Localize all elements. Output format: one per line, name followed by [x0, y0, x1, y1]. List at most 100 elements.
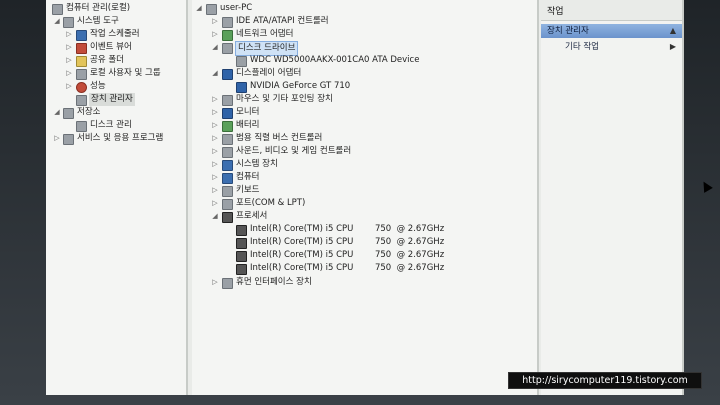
- tree-item-task-scheduler[interactable]: ▷ 작업 스케줄러: [66, 28, 184, 41]
- tree-item-performance[interactable]: ▷ 성능: [66, 80, 184, 93]
- tree-item-event-viewer[interactable]: ▷ 이벤트 뷰어: [66, 41, 184, 54]
- battery-icon: [222, 121, 233, 132]
- tree-item-shared-folders[interactable]: ▷ 공유 폴더: [66, 54, 184, 67]
- expand-toggle-icon[interactable]: ▷: [66, 67, 72, 80]
- tools-icon: [63, 17, 74, 28]
- usb-icon: [222, 134, 233, 145]
- device-category-processor[interactable]: ◢ 프로세서: [212, 210, 526, 223]
- watermark-url: http://sirycomputer119.tistory.com: [508, 372, 702, 389]
- device-category-display[interactable]: ◢ 디스플레이 어댑터: [212, 67, 526, 80]
- expand-toggle-icon[interactable]: ▷: [212, 28, 218, 41]
- device-category-battery[interactable]: ▷ 배터리: [212, 119, 526, 132]
- expand-toggle-icon[interactable]: ▷: [212, 276, 218, 289]
- expand-toggle-icon[interactable]: ▷: [212, 158, 218, 171]
- tree-label: Intel(R) Core(TM) i5 CPU 750 @ 2.67GHz: [250, 250, 445, 260]
- expand-toggle-icon[interactable]: ▷: [54, 132, 60, 145]
- services-icon: [63, 134, 74, 145]
- cpu-icon: [236, 251, 247, 262]
- device-category-disk-drives[interactable]: ◢ 디스크 드라이브: [212, 41, 526, 56]
- expand-toggle-icon[interactable]: ▷: [212, 119, 218, 132]
- device-item-wdc-disk[interactable]: WDC WD5000AAKX-001CA0 ATA Device: [226, 54, 526, 67]
- computer-management-window: 컴퓨터 관리(로컬) ◢ 시스템 도구 ▷ 작업 스케줄러 ▷ 이벤트 뷰어 ▷: [46, 0, 684, 395]
- expand-toggle-icon[interactable]: ▷: [212, 93, 218, 106]
- device-category-network[interactable]: ▷ 네트워크 어댑터: [212, 28, 526, 41]
- device-category-hid[interactable]: ▷ 휴먼 인터페이스 장치: [212, 276, 526, 289]
- expand-toggle-icon[interactable]: ▷: [66, 41, 72, 54]
- computer-icon: [222, 173, 233, 184]
- tree-label-selected: 장치 관리자: [89, 93, 135, 106]
- device-root-user-pc[interactable]: ◢ user-PC: [196, 2, 526, 15]
- collapse-toggle-icon[interactable]: ◢: [212, 67, 218, 80]
- collapse-up-icon[interactable]: ▲: [670, 24, 676, 38]
- device-category-ide[interactable]: ▷ IDE ATA/ATAPI 컨트롤러: [212, 15, 526, 28]
- tree-label: 이벤트 뷰어: [90, 42, 132, 52]
- expand-toggle-icon[interactable]: ▷: [212, 15, 218, 28]
- device-category-system-devices[interactable]: ▷ 시스템 장치: [212, 158, 526, 171]
- tree-item-system-tools[interactable]: ◢ 시스템 도구: [54, 15, 184, 28]
- expand-toggle-icon[interactable]: ▷: [66, 28, 72, 41]
- action-label: 기타 작업: [565, 42, 599, 52]
- expand-toggle-icon[interactable]: ▷: [212, 106, 218, 119]
- device-category-ports[interactable]: ▷ 포트(COM & LPT): [212, 197, 526, 210]
- device-category-sound[interactable]: ▷ 사운드, 비디오 및 게임 컨트롤러: [212, 145, 526, 158]
- tree-label: 네트워크 어댑터: [236, 29, 294, 39]
- tree-label: 모니터: [236, 107, 260, 117]
- tree-label: 성능: [90, 81, 106, 91]
- tree-label: 범용 직렬 버스 컨트롤러: [236, 133, 323, 143]
- shared-folder-icon: [76, 56, 87, 67]
- disk-drive-icon: [222, 43, 233, 54]
- expand-toggle-icon[interactable]: ▷: [212, 197, 218, 210]
- device-item-cpu[interactable]: Intel(R) Core(TM) i5 CPU 750 @ 2.67GHz: [226, 223, 526, 236]
- tree-item-services-applications[interactable]: ▷ 서비스 및 응용 프로그램: [54, 132, 184, 145]
- tree-label: 컴퓨터 관리(로컬): [66, 3, 131, 13]
- collapse-toggle-icon[interactable]: ◢: [54, 15, 60, 28]
- tree-item-disk-management[interactable]: 디스크 관리: [66, 119, 184, 132]
- device-category-computer[interactable]: ▷ 컴퓨터: [212, 171, 526, 184]
- tree-item-local-users-groups[interactable]: ▷ 로컬 사용자 및 그룹: [66, 67, 184, 80]
- ide-controller-icon: [222, 17, 233, 28]
- device-category-keyboard[interactable]: ▷ 키보드: [212, 184, 526, 197]
- tree-label: 포트(COM & LPT): [236, 198, 306, 208]
- tree-item-computer-management[interactable]: 컴퓨터 관리(로컬): [50, 2, 184, 15]
- device-manager-icon: [76, 95, 87, 106]
- expand-toggle-icon[interactable]: ▷: [66, 80, 72, 93]
- actions-header-title: 작업: [547, 7, 564, 17]
- chevron-right-icon[interactable]: ▶: [670, 40, 676, 54]
- collapse-toggle-icon[interactable]: ◢: [196, 2, 202, 15]
- device-item-cpu[interactable]: Intel(R) Core(TM) i5 CPU 750 @ 2.67GHz: [226, 262, 526, 275]
- tree-label: 저장소: [77, 107, 101, 117]
- tree-label: 배터리: [236, 120, 260, 130]
- tree-item-device-manager[interactable]: 장치 관리자: [66, 93, 184, 106]
- users-icon: [76, 69, 87, 80]
- performance-icon: [76, 82, 87, 93]
- device-item-cpu[interactable]: Intel(R) Core(TM) i5 CPU 750 @ 2.67GHz: [226, 236, 526, 249]
- expand-toggle-icon[interactable]: ▷: [212, 184, 218, 197]
- cpu-icon: [236, 225, 247, 236]
- collapse-toggle-icon[interactable]: ◢: [54, 106, 60, 119]
- device-category-monitor[interactable]: ▷ 모니터: [212, 106, 526, 119]
- monitor-icon: [222, 108, 233, 119]
- device-category-usb[interactable]: ▷ 범용 직렬 버스 컨트롤러: [212, 132, 526, 145]
- collapse-toggle-icon[interactable]: ◢: [212, 41, 218, 54]
- tree-item-storage[interactable]: ◢ 저장소: [54, 106, 184, 119]
- device-tree-pane: ◢ user-PC ▷ IDE ATA/ATAPI 컨트롤러 ▷ 네트워크 어댑…: [192, 0, 539, 395]
- event-viewer-icon: [76, 43, 87, 54]
- expand-toggle-icon[interactable]: ▷: [66, 54, 72, 67]
- device-category-mouse[interactable]: ▷ 마우스 및 기타 포인팅 장치: [212, 93, 526, 106]
- expand-toggle-icon[interactable]: ▷: [212, 171, 218, 184]
- network-adapter-icon: [222, 30, 233, 41]
- tree-label: 서비스 및 응용 프로그램: [77, 133, 164, 143]
- tree-label: 시스템 장치: [236, 159, 278, 169]
- expand-toggle-icon[interactable]: ▷: [212, 145, 218, 158]
- device-item-nvidia[interactable]: NVIDIA GeForce GT 710: [226, 80, 526, 93]
- expand-toggle-icon[interactable]: ▷: [212, 132, 218, 145]
- tree-label: Intel(R) Core(TM) i5 CPU 750 @ 2.67GHz: [250, 263, 445, 273]
- action-device-manager[interactable]: 장치 관리자 ▲: [541, 24, 682, 38]
- cpu-icon: [236, 238, 247, 249]
- collapse-toggle-icon[interactable]: ◢: [212, 210, 218, 223]
- tree-label: user-PC: [220, 3, 253, 13]
- tree-label: NVIDIA GeForce GT 710: [250, 81, 351, 91]
- action-other-tasks[interactable]: 기타 작업 ▶: [541, 40, 682, 54]
- storage-icon: [63, 108, 74, 119]
- device-item-cpu[interactable]: Intel(R) Core(TM) i5 CPU 750 @ 2.67GHz: [226, 249, 526, 262]
